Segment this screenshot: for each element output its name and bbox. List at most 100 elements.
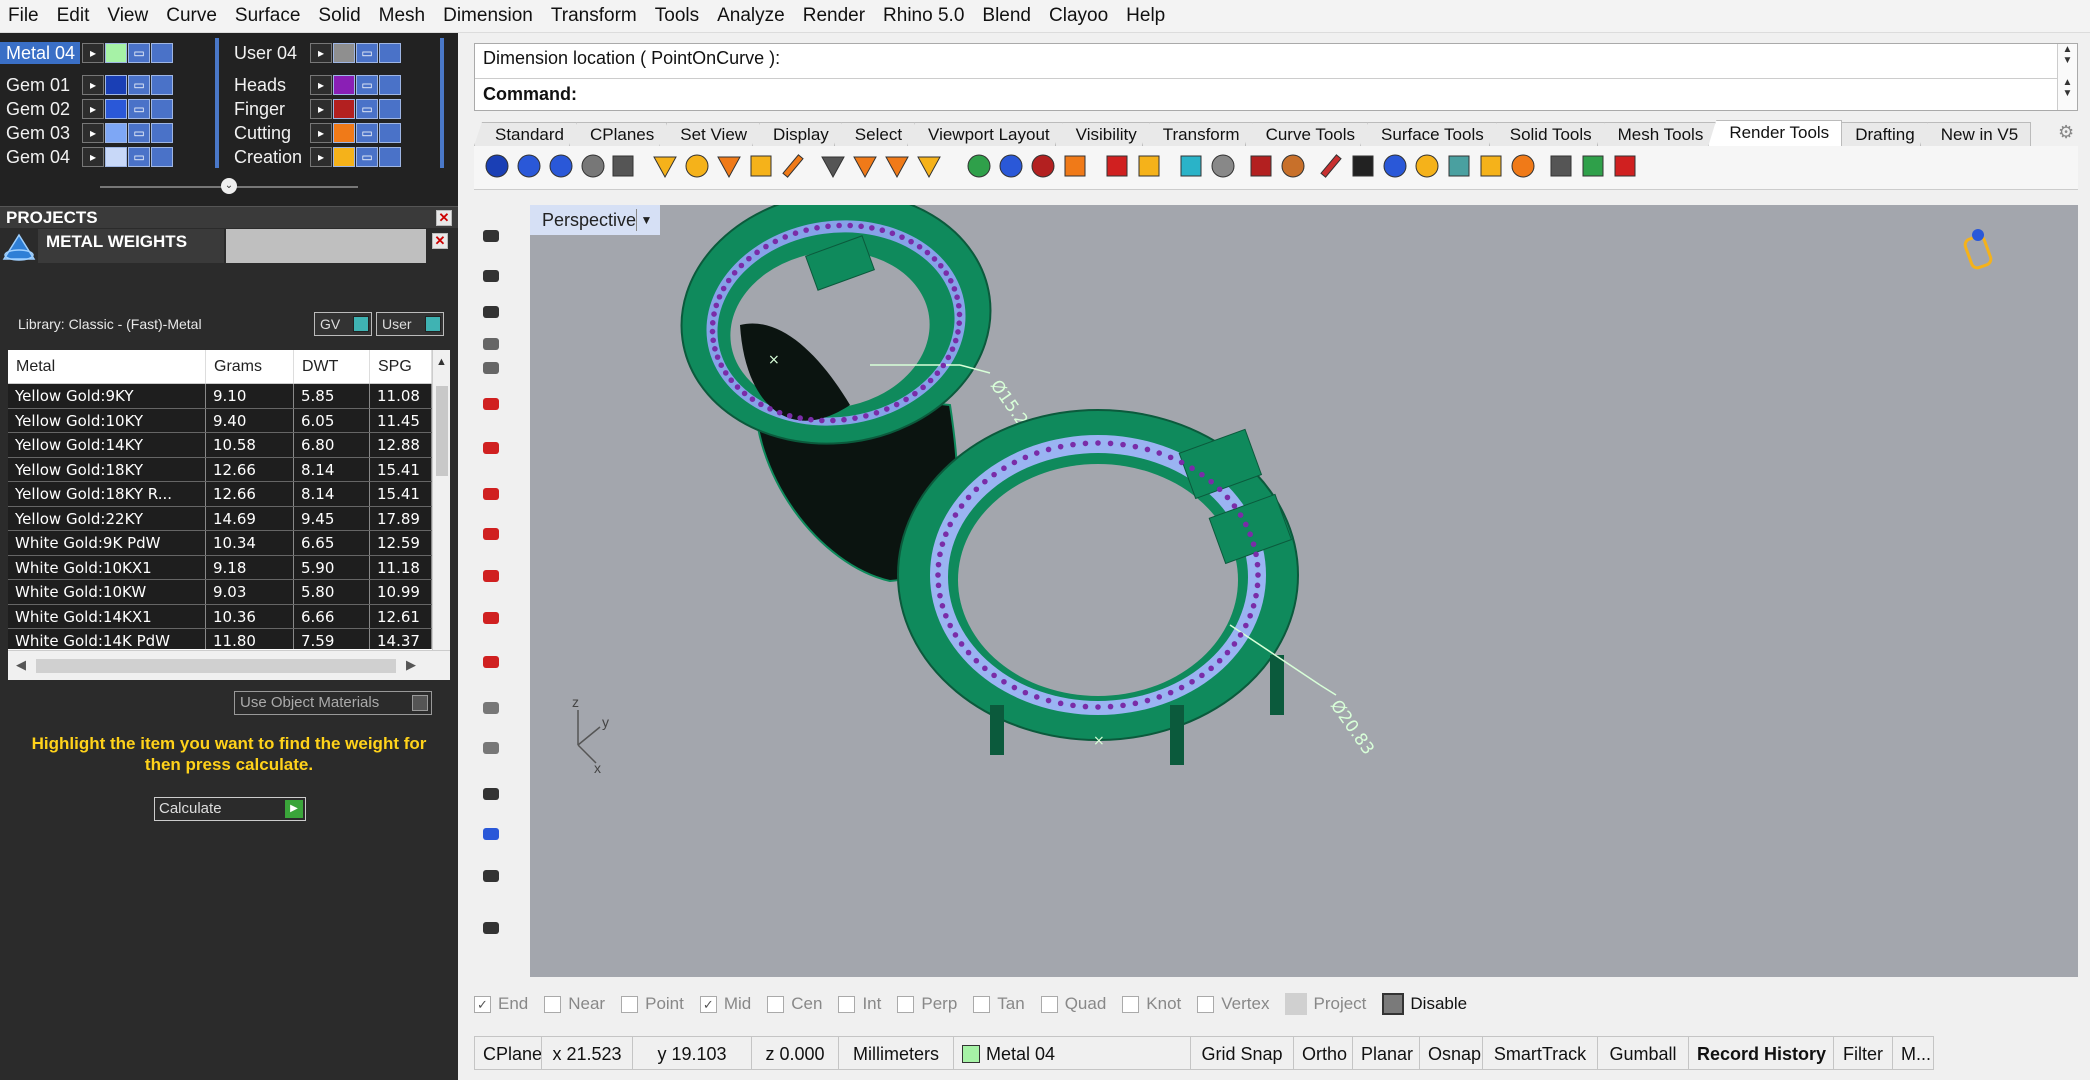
scroll-thumb[interactable] <box>36 659 396 673</box>
filter-toggle[interactable]: Filter <box>1833 1036 1893 1070</box>
checkbox[interactable] <box>838 995 856 1013</box>
osnap-toggle[interactable]: Osnap <box>1419 1036 1483 1070</box>
tab-set-view[interactable]: Set View <box>659 122 761 146</box>
color-icon[interactable] <box>151 43 173 63</box>
menu-help[interactable]: Help <box>1118 5 1175 27</box>
tab-viewport-layout[interactable]: Viewport Layout <box>907 122 1063 146</box>
menu-solid[interactable]: Solid <box>310 5 370 27</box>
cube-icon[interactable] <box>1176 151 1206 181</box>
record-icon[interactable] <box>1610 151 1640 181</box>
lightbulb-icon[interactable] <box>105 147 127 167</box>
expand-arrow-icon[interactable]: ▸ <box>82 147 104 167</box>
ellipse-icon[interactable] <box>1380 151 1410 181</box>
expand-arrow-icon[interactable]: ▸ <box>310 75 332 95</box>
checkbox[interactable] <box>621 995 639 1013</box>
osnap-knot[interactable]: Knot <box>1122 994 1181 1014</box>
lock-icon[interactable]: ▭ <box>356 123 378 143</box>
status-layer[interactable]: Metal 04 <box>953 1036 1191 1070</box>
osnap-perp[interactable]: Perp <box>897 994 957 1014</box>
checkbox[interactable] <box>897 995 915 1013</box>
command-scrollbar[interactable]: ▲ ▼ ▲ ▼ <box>2057 44 2077 110</box>
lock-icon[interactable]: ▭ <box>356 147 378 167</box>
osnap-vertex[interactable]: Vertex <box>1197 994 1269 1014</box>
light-edit-icon[interactable] <box>882 151 912 181</box>
tab-mesh-tools[interactable]: Mesh Tools <box>1596 122 1717 146</box>
osnap-cen[interactable]: Cen <box>767 994 822 1014</box>
osnap-near[interactable]: Near <box>544 994 605 1014</box>
menu-curve[interactable]: Curve <box>158 5 227 27</box>
layer-name[interactable]: Metal 04 <box>0 42 80 64</box>
lock-icon[interactable]: ▭ <box>128 75 150 95</box>
table-row[interactable]: Yellow Gold:14KY 10.58 6.80 12.88 <box>8 433 432 458</box>
layer-name[interactable]: Heads <box>228 74 308 96</box>
layer-row[interactable]: Gem 03 ▸ ▭ <box>0 122 174 144</box>
menu-clayoo[interactable]: Clayoo <box>1041 5 1118 27</box>
decal-icon[interactable] <box>1060 151 1090 181</box>
light-target-icon[interactable] <box>914 151 944 181</box>
brush-icon[interactable] <box>1316 151 1346 181</box>
globe-icon[interactable] <box>578 151 608 181</box>
osnap-mid[interactable]: ✓ Mid <box>699 994 751 1014</box>
expand-arrow-icon[interactable]: ▸ <box>82 43 104 63</box>
ring-2[interactable]: × <box>897 409 1299 765</box>
lightbulb-icon[interactable] <box>333 75 355 95</box>
grid-snap-toggle[interactable]: Grid Snap <box>1190 1036 1294 1070</box>
menu-analyze[interactable]: Analyze <box>709 5 795 27</box>
record-history-toggle[interactable]: Record History <box>1688 1036 1834 1070</box>
color-icon[interactable] <box>151 99 173 119</box>
lightbulb-icon[interactable] <box>333 123 355 143</box>
close-icon[interactable]: ✕ <box>436 210 452 226</box>
robot-icon[interactable] <box>476 819 506 849</box>
menu-mesh[interactable]: Mesh <box>371 5 435 27</box>
osnap-quad[interactable]: Quad <box>1040 994 1106 1014</box>
checker-icon[interactable] <box>1348 151 1378 181</box>
expand-arrow-icon[interactable]: ▸ <box>310 43 332 63</box>
color-icon[interactable] <box>151 75 173 95</box>
command-area[interactable]: Dimension location ( PointOnCurve ): Com… <box>474 43 2078 111</box>
car-red-icon[interactable] <box>476 479 506 509</box>
layer-name[interactable]: Gem 03 <box>0 122 80 144</box>
frame-icon[interactable] <box>1546 151 1576 181</box>
texture-icon[interactable] <box>1028 151 1058 181</box>
tab-display[interactable]: Display <box>752 122 842 146</box>
scroll-right-icon[interactable]: ▶ <box>406 657 416 673</box>
rect-light-icon[interactable] <box>746 151 776 181</box>
red-box-icon[interactable] <box>1246 151 1276 181</box>
move-handles-icon[interactable] <box>476 261 506 291</box>
layer-row[interactable]: Finger ▸ ▭ <box>228 98 402 120</box>
checkbox[interactable] <box>973 995 991 1013</box>
car-red-icon[interactable] <box>476 519 506 549</box>
osnap-int[interactable]: Int <box>838 994 881 1014</box>
color-icon[interactable] <box>379 147 401 167</box>
tab-solid-tools[interactable]: Solid Tools <box>1488 122 1605 146</box>
drag-mode-icon[interactable] <box>476 297 506 327</box>
layer-row[interactable]: Gem 01 ▸ ▭ <box>0 74 174 96</box>
tab-new-in-v5[interactable]: New in V5 <box>1919 122 2032 146</box>
layer-row[interactable]: Cutting ▸ ▭ <box>228 122 402 144</box>
user-toggle[interactable]: User <box>376 312 444 336</box>
tab-curve-tools[interactable]: Curve Tools <box>1244 122 1369 146</box>
table-row[interactable]: Yellow Gold:22KY 14.69 9.45 17.89 <box>8 506 432 531</box>
table-row[interactable]: Yellow Gold:18KY R... 12.66 8.14 15.41 <box>8 482 432 507</box>
status-units[interactable]: Millimeters <box>838 1036 954 1070</box>
lock-icon[interactable]: ▭ <box>356 99 378 119</box>
dimension-label[interactable]: Ø20.83 <box>1326 696 1378 758</box>
project-toggle-icon[interactable] <box>1285 993 1308 1015</box>
expand-arrow-icon[interactable]: ▸ <box>310 123 332 143</box>
table-row[interactable]: Yellow Gold:10KY 9.40 6.05 11.45 <box>8 408 432 433</box>
column-header[interactable]: SPG <box>370 350 432 383</box>
checkbox[interactable]: ✓ <box>474 995 491 1013</box>
save-render-icon[interactable] <box>608 151 638 181</box>
table-vertical-scrollbar[interactable]: ▲ <box>432 350 450 650</box>
osnap-tan[interactable]: Tan <box>973 994 1025 1014</box>
car-red-icon[interactable] <box>476 433 506 463</box>
color-icon[interactable] <box>151 123 173 143</box>
menu-blend[interactable]: Blend <box>974 5 1041 27</box>
viewport-tab-perspective[interactable]: Perspective ▼ <box>530 205 660 235</box>
table-row[interactable]: White Gold:10KW 9.03 5.80 10.99 <box>8 580 432 605</box>
expand-arrow-icon[interactable]: ▸ <box>82 99 104 119</box>
table-row[interactable]: Yellow Gold:9KY 9.10 5.85 11.08 <box>8 384 432 409</box>
expand-arrow-icon[interactable]: ▸ <box>82 75 104 95</box>
lock-icon[interactable]: ▭ <box>356 75 378 95</box>
environment-icon[interactable] <box>996 151 1026 181</box>
